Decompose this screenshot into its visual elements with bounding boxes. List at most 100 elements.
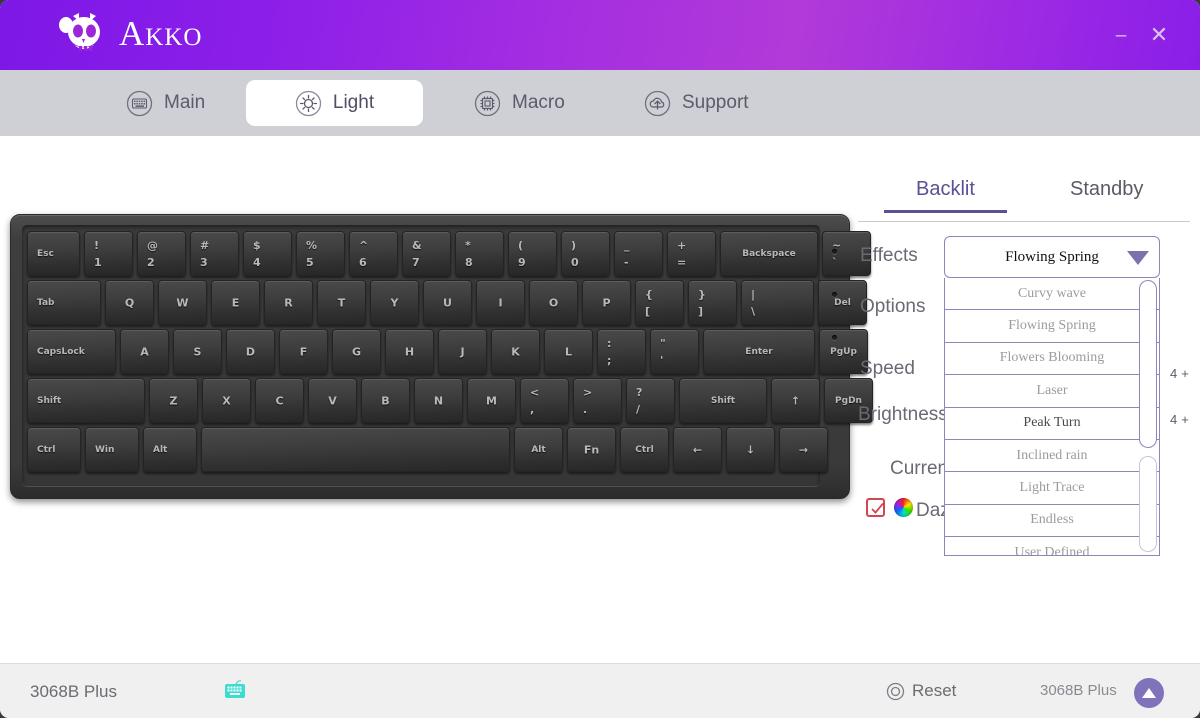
key-legend: L: [564, 345, 572, 358]
key-e[interactable]: E: [211, 280, 260, 325]
current-color-label: Curren: [890, 458, 949, 479]
dropdown-scrollbar[interactable]: [1139, 280, 1157, 552]
key-fn[interactable]: Fn: [567, 427, 616, 472]
key-[interactable]: →: [779, 427, 828, 472]
key-c[interactable]: C: [255, 378, 304, 423]
panel-tab-backlit[interactable]: Backlit: [884, 178, 1007, 213]
key-m[interactable]: M: [467, 378, 516, 423]
key-a[interactable]: A: [120, 329, 169, 374]
tab-light[interactable]: Light: [246, 80, 423, 126]
key-[interactable]: {[: [635, 280, 684, 325]
key-0[interactable]: ) 0: [561, 231, 610, 276]
key-legend: X: [222, 394, 231, 407]
key-7[interactable]: & 7: [402, 231, 451, 276]
dropdown-scrollbar-thumb[interactable]: [1139, 280, 1157, 448]
dropdown-scrollbar-track[interactable]: [1139, 456, 1157, 552]
device-keyboard-icon[interactable]: [224, 680, 246, 700]
effects-dropdown-list[interactable]: Curvy wave Flowing Spring Flowers Blooming…: [944, 278, 1160, 556]
effects-dropdown-button[interactable]: Flowing Spring: [944, 236, 1160, 278]
reset-button[interactable]: Reset: [886, 681, 956, 701]
key-[interactable]: ↑: [771, 378, 820, 423]
key-y[interactable]: Y: [370, 280, 419, 325]
dropdown-option[interactable]: Inclined rain: [945, 440, 1159, 473]
key-[interactable]: ? /: [626, 378, 675, 423]
key-[interactable]: + =: [667, 231, 716, 276]
key-j[interactable]: J: [438, 329, 487, 374]
tab-support[interactable]: Support: [622, 80, 771, 126]
key-[interactable]: _ -: [614, 231, 663, 276]
key-k[interactable]: K: [491, 329, 540, 374]
key-alt[interactable]: Alt: [514, 427, 563, 472]
key-x[interactable]: X: [202, 378, 251, 423]
dazzle-checkbox[interactable]: [866, 498, 885, 517]
key-win[interactable]: Win: [85, 427, 139, 472]
minimize-button[interactable]: –: [1108, 22, 1134, 48]
key-f[interactable]: F: [279, 329, 328, 374]
color-wheel-icon[interactable]: [894, 498, 913, 517]
key-v[interactable]: V: [308, 378, 357, 423]
tab-main[interactable]: Main: [104, 80, 227, 126]
key-9[interactable]: (9: [508, 231, 557, 276]
key-[interactable]: " ': [650, 329, 699, 374]
dropdown-option[interactable]: Laser: [945, 375, 1159, 408]
panel-tab-standby[interactable]: Standby: [1070, 178, 1143, 213]
key-ctrl[interactable]: Ctrl: [620, 427, 669, 472]
key-legend: S: [193, 345, 202, 358]
key-1[interactable]: ! 1: [84, 231, 133, 276]
dropdown-option[interactable]: Flowing Spring: [945, 310, 1159, 343]
key-3[interactable]: #3: [190, 231, 239, 276]
key-b[interactable]: B: [361, 378, 410, 423]
key-w[interactable]: W: [158, 280, 207, 325]
key-alt[interactable]: Alt: [143, 427, 197, 472]
dropdown-option[interactable]: Light Trace: [945, 472, 1159, 505]
key-u[interactable]: U: [423, 280, 472, 325]
key-i[interactable]: I: [476, 280, 525, 325]
key-l[interactable]: L: [544, 329, 593, 374]
key-tab[interactable]: Tab: [27, 280, 101, 325]
speed-increment-button[interactable]: +: [1181, 366, 1193, 381]
key-8[interactable]: * 8: [455, 231, 504, 276]
key-p[interactable]: P: [582, 280, 631, 325]
key-shift[interactable]: Shift: [679, 378, 767, 423]
tab-macro[interactable]: Macro: [452, 80, 587, 126]
key-r[interactable]: R: [264, 280, 313, 325]
key-[interactable]: <,: [520, 378, 569, 423]
expand-up-button[interactable]: [1134, 678, 1164, 708]
dropdown-option[interactable]: Endless: [945, 505, 1159, 538]
key-2[interactable]: @2: [137, 231, 186, 276]
brightness-increment-button[interactable]: +: [1181, 412, 1193, 427]
key-h[interactable]: H: [385, 329, 434, 374]
key-ctrl[interactable]: Ctrl: [27, 427, 81, 472]
key-t[interactable]: T: [317, 280, 366, 325]
key-4[interactable]: $4: [243, 231, 292, 276]
key-backspace[interactable]: Backspace: [720, 231, 818, 276]
key-z[interactable]: Z: [149, 378, 198, 423]
dropdown-option[interactable]: Curvy wave: [945, 278, 1159, 311]
key-capslock[interactable]: CapsLock: [27, 329, 116, 374]
key-d[interactable]: D: [226, 329, 275, 374]
key-[interactable]: ←: [673, 427, 722, 472]
close-button[interactable]: ✕: [1146, 22, 1172, 48]
dropdown-option[interactable]: User Defined: [945, 537, 1159, 555]
key-n[interactable]: N: [414, 378, 463, 423]
dropdown-option[interactable]: Flowers Blooming: [945, 343, 1159, 376]
key-[interactable]: }]: [688, 280, 737, 325]
key-space[interactable]: [201, 427, 510, 472]
title-bar: Akko – ✕: [0, 0, 1200, 70]
key-s[interactable]: S: [173, 329, 222, 374]
key-shift[interactable]: Shift: [27, 378, 145, 423]
key-[interactable]: >.: [573, 378, 622, 423]
key-g[interactable]: G: [332, 329, 381, 374]
effects-label: Effects: [860, 245, 918, 266]
key-esc[interactable]: Esc: [27, 231, 80, 276]
key-q[interactable]: Q: [105, 280, 154, 325]
key-[interactable]: ↓: [726, 427, 775, 472]
key-[interactable]: :;: [597, 329, 646, 374]
key-enter[interactable]: Enter: [703, 329, 815, 374]
key-[interactable]: | \: [741, 280, 814, 325]
dropdown-option[interactable]: Peak Turn: [945, 408, 1159, 440]
keyboard-preview[interactable]: Esc! 1 @2 #3 $4% 5 ^ 6 & 7 * 8(9) 0 _ - + = Backspace ~ ` Ta…: [10, 214, 873, 499]
key-6[interactable]: ^ 6: [349, 231, 398, 276]
key-5[interactable]: % 5: [296, 231, 345, 276]
key-o[interactable]: O: [529, 280, 578, 325]
